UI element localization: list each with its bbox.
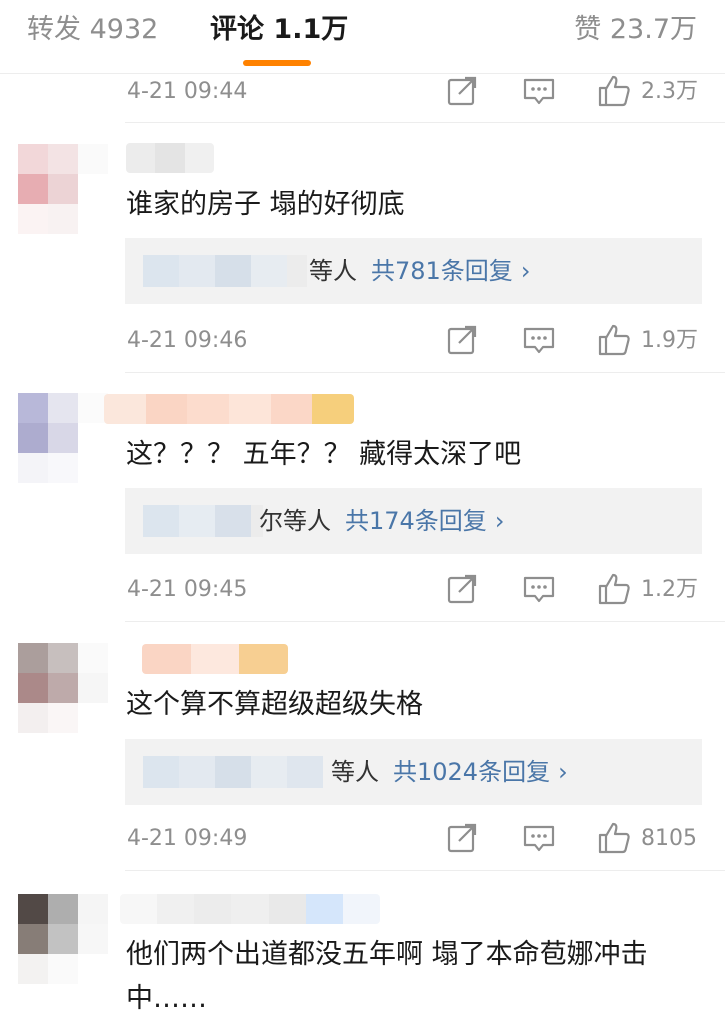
tab-repost[interactable]: 转发 4932	[27, 12, 158, 48]
timestamp: 4-21 09:44	[127, 79, 248, 104]
reply-summary: 等人 共1024条回复 ›	[331, 753, 568, 791]
reply-username-mosaic	[143, 505, 263, 537]
share-icon[interactable]	[445, 821, 479, 855]
share-icon[interactable]	[445, 323, 479, 357]
reply-count-link[interactable]: 共1024条回复	[393, 758, 550, 786]
tab-comment-count: 1.1万	[273, 14, 349, 45]
reply-username-mosaic	[143, 255, 307, 287]
username[interactable]	[120, 894, 380, 924]
tab-repost-label: 转发	[27, 14, 81, 45]
active-tab-indicator	[243, 60, 311, 66]
like-count: 1.2万	[641, 577, 698, 602]
reply-summary: 尔等人 共174条回复 ›	[259, 502, 504, 540]
tab-comment-label: 评论	[210, 14, 264, 45]
comments-page: 转发 4932 评论 1.1万 赞 23.7万 4-21 09:44 2.3万	[0, 0, 725, 1024]
divider	[125, 870, 725, 871]
reply-count-link[interactable]: 共781条回复	[371, 257, 513, 285]
avatar[interactable]	[18, 643, 108, 733]
divider	[125, 621, 725, 622]
chevron-right-icon: ›	[558, 758, 568, 786]
tab-comment[interactable]: 评论 1.1万	[210, 12, 348, 48]
avatar[interactable]	[18, 144, 108, 234]
username[interactable]	[104, 394, 354, 424]
share-icon[interactable]	[445, 74, 479, 108]
comment-text: 谁家的房子 塌的好彻底	[126, 189, 405, 220]
comment-meta-row: 4-21 09:46 1.9万	[0, 321, 725, 361]
tab-like-label: 赞	[574, 14, 602, 45]
avatar[interactable]	[18, 393, 108, 483]
tab-bar: 转发 4932 评论 1.1万 赞 23.7万	[0, 0, 725, 74]
like-count: 8105	[641, 826, 697, 851]
reply-count-link[interactable]: 共174条回复	[345, 507, 487, 535]
chevron-right-icon: ›	[520, 257, 531, 285]
tab-like[interactable]: 赞 23.7万	[574, 12, 697, 48]
comment-meta-row: 4-21 09:49 8105	[0, 819, 725, 859]
reply-who: 等人	[331, 758, 379, 786]
comment-text: 他们两个出道都没五年啊 塌了本命苞娜冲击中……	[126, 939, 648, 1014]
reply-preview[interactable]: 等人 共781条回复 ›	[125, 238, 702, 304]
reply-preview[interactable]: 尔等人 共174条回复 ›	[125, 488, 702, 554]
timestamp: 4-21 09:49	[127, 826, 248, 851]
avatar[interactable]	[18, 894, 108, 984]
reply-preview[interactable]: 等人 共1024条回复 ›	[125, 739, 702, 805]
reply-username-mosaic	[143, 756, 323, 788]
share-icon[interactable]	[445, 572, 479, 606]
username[interactable]	[142, 644, 288, 674]
comment-text: 这？？？ 五年？？ 藏得太深了吧	[126, 439, 522, 470]
like-count: 2.3万	[641, 79, 698, 104]
username[interactable]	[126, 143, 214, 173]
comment-icon[interactable]	[522, 821, 556, 855]
thumbs-up-icon[interactable]	[597, 572, 631, 606]
tab-repost-count: 4932	[89, 14, 159, 45]
comment-icon[interactable]	[522, 572, 556, 606]
divider	[125, 372, 725, 373]
thumbs-up-icon[interactable]	[597, 323, 631, 357]
comment-icon[interactable]	[522, 74, 556, 108]
comment-icon[interactable]	[522, 323, 556, 357]
comment-meta-row: 4-21 09:45 1.2万	[0, 570, 725, 610]
reply-who: 等人	[309, 257, 357, 285]
like-count: 1.9万	[641, 328, 698, 353]
divider	[125, 122, 725, 123]
thumbs-up-icon[interactable]	[597, 821, 631, 855]
comment-text: 这个算不算超级超级失格	[126, 689, 423, 720]
timestamp: 4-21 09:45	[127, 577, 248, 602]
thumbs-up-icon[interactable]	[597, 74, 631, 108]
reply-summary: 等人 共781条回复 ›	[309, 252, 530, 290]
comment-meta-row: 4-21 09:44 2.3万	[0, 72, 725, 112]
timestamp: 4-21 09:46	[127, 328, 248, 353]
chevron-right-icon: ›	[494, 507, 505, 535]
tab-like-count: 23.7万	[609, 14, 697, 45]
reply-who: 尔等人	[259, 507, 331, 535]
